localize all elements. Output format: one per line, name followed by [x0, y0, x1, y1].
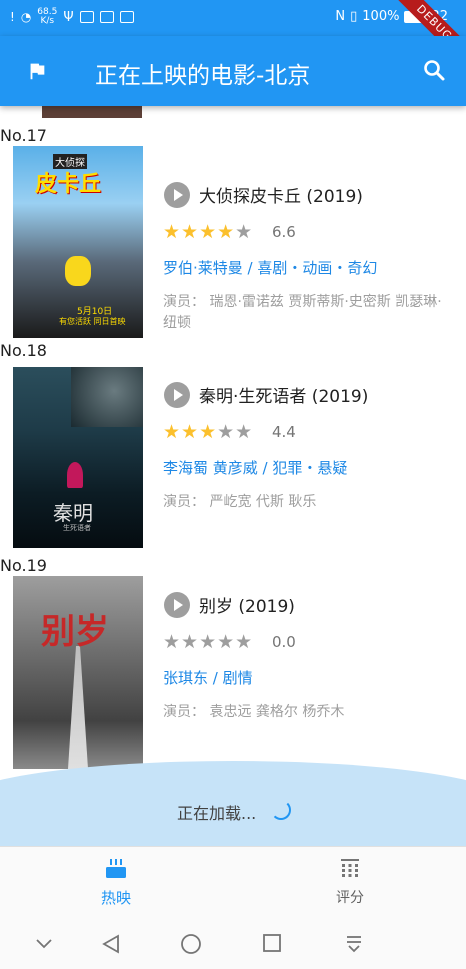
rating-stars: ★★★★★ — [163, 631, 254, 653]
movie-title: 秦明·生死语者 (2019) — [199, 387, 369, 407]
movie-poster[interactable]: 秦明 生死语者 — [13, 367, 143, 548]
home-icon[interactable] — [180, 933, 202, 955]
movie-rank: No.17 — [0, 126, 47, 145]
rating-stars: ★★★★★ — [163, 421, 254, 443]
rating-grid-icon — [341, 859, 359, 877]
movie-list[interactable]: No.17 大侦探 皮卡丘 5月10日 有您活跃 同日首映 大侦探皮卡丘 (20… — [0, 106, 466, 846]
bottom-nav: 热映 评分 — [0, 846, 466, 919]
alert-icon: ! — [10, 10, 15, 24]
app-bar: 正在上映的电影-北京 — [0, 36, 466, 106]
road-shape — [68, 646, 88, 769]
movie-poster[interactable]: 大侦探 皮卡丘 5月10日 有您活跃 同日首映 — [13, 146, 143, 338]
movie-title: 大侦探皮卡丘 (2019) — [199, 187, 363, 207]
nfc-icon: N — [335, 9, 346, 24]
play-icon[interactable] — [164, 592, 190, 618]
notification-pull-icon[interactable] — [344, 933, 364, 955]
play-icon[interactable] — [164, 382, 190, 408]
battery-text: 100% — [362, 9, 400, 24]
hot-movies-icon — [106, 859, 126, 878]
image-icon — [119, 11, 134, 23]
movie-poster[interactable]: 别岁 — [13, 576, 143, 769]
loading-spinner — [271, 800, 291, 820]
tab-label: 评分 — [336, 890, 364, 906]
pikachu-shape — [65, 256, 91, 286]
back-icon[interactable] — [100, 933, 122, 955]
director-genre[interactable]: 张琪东 / 剧情 — [163, 667, 453, 688]
wifi-icon: ◔ — [20, 10, 32, 24]
movie-rank: No.18 — [0, 341, 47, 360]
director-genre[interactable]: 罗伯·莱特曼 / 喜剧・动画・奇幻 — [163, 257, 453, 278]
tab-label: 热映 — [100, 889, 131, 907]
flag-icon[interactable] — [26, 60, 48, 82]
director-genre[interactable]: 李海蜀 黄彦威 / 犯罪・悬疑 — [163, 457, 453, 478]
vibrate-icon: ▯ — [350, 9, 358, 24]
app-icon — [99, 11, 114, 23]
movie-title: 别岁 (2019) — [199, 597, 295, 617]
usb-icon: Ψ — [63, 9, 74, 25]
system-nav-bar — [0, 918, 466, 969]
net-speed: 68.5 K/s — [37, 7, 58, 26]
chevron-down-icon[interactable] — [34, 933, 54, 953]
status-bar: ! ◔ 68.5K/s Ψ N ▯ 100% 22 DEBUG — [0, 0, 466, 72]
page-title: 正在上映的电影-北京 — [95, 63, 311, 89]
rating-score: 4.4 — [272, 423, 296, 441]
loading-text: 正在加载... — [177, 804, 257, 823]
actors: 演员： 严屹宽 代斯 耿乐 — [163, 494, 317, 510]
recents-icon[interactable] — [262, 933, 282, 953]
tab-ratings[interactable]: 评分 — [280, 857, 420, 907]
rating-stars: ★★★★★ — [163, 221, 254, 243]
play-icon[interactable] — [164, 182, 190, 208]
rating-score: 6.6 — [272, 223, 296, 241]
search-icon[interactable] — [422, 58, 446, 82]
previous-poster[interactable] — [42, 106, 142, 118]
figure-face — [71, 367, 143, 427]
figure-shape — [67, 462, 83, 488]
rating-score: 0.0 — [272, 633, 296, 651]
actors: 演员： 袁忠远 龚格尔 杨乔木 — [163, 704, 345, 720]
app-icon — [79, 11, 94, 23]
movie-rank: No.19 — [0, 556, 47, 575]
actors: 演员： 瑞恩·雷诺兹 贾斯蒂斯·史密斯 凯瑟琳·纽顿 — [163, 294, 442, 331]
tab-hot-movies[interactable]: 热映 — [46, 857, 186, 908]
